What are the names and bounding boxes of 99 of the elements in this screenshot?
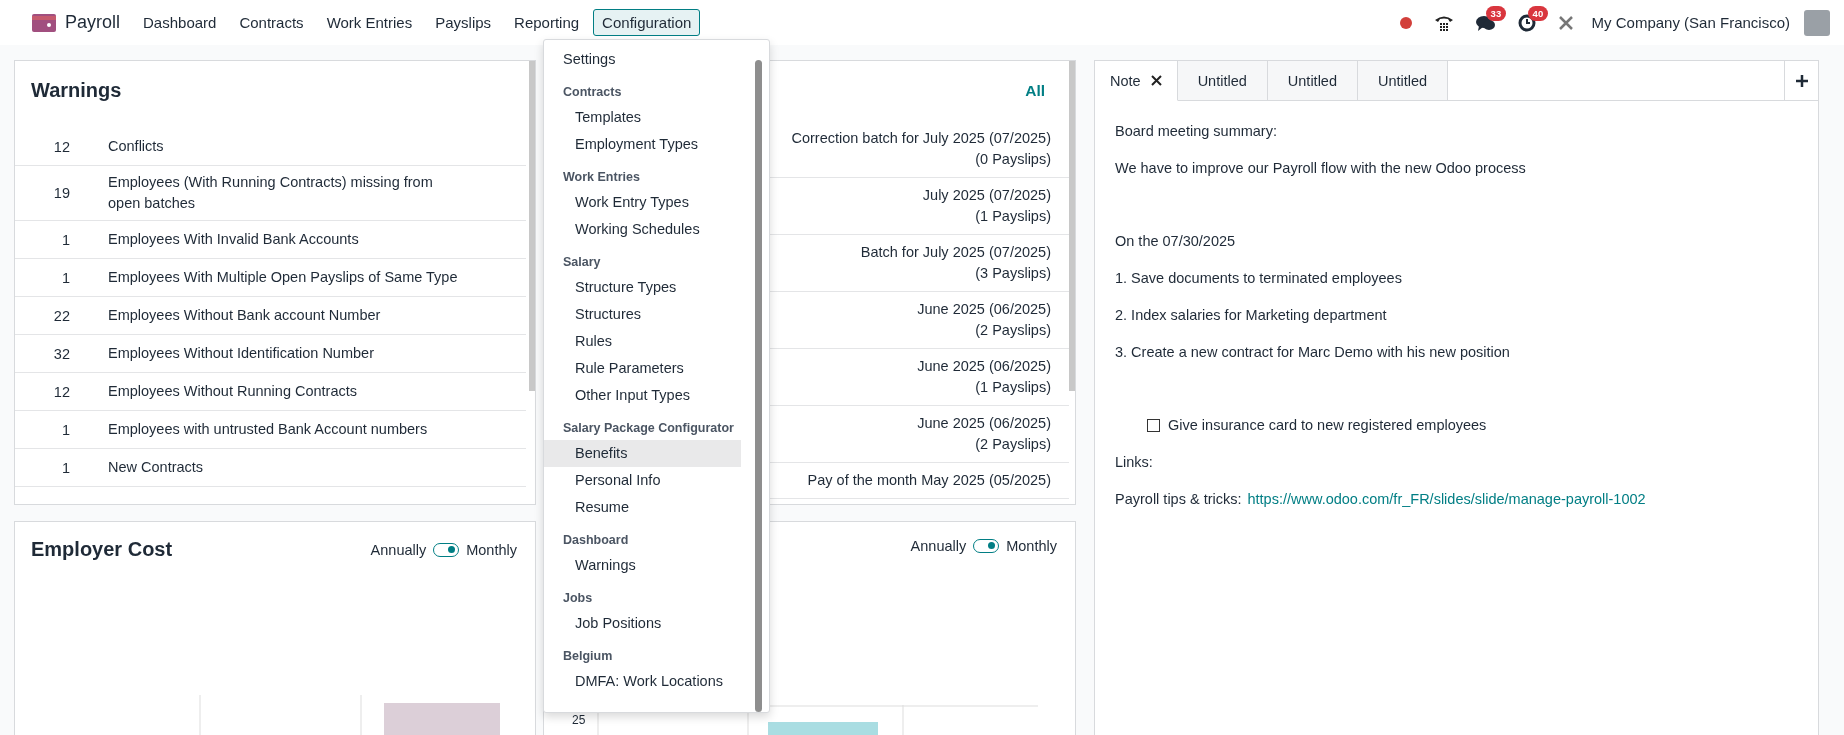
menu-item[interactable]: Employment Types bbox=[544, 131, 741, 158]
toggle-label: Monthly bbox=[466, 541, 517, 558]
plus-icon bbox=[1795, 74, 1808, 87]
note-text: Board meeting summary: bbox=[1115, 122, 1278, 141]
menu-item[interactable]: Rule Parameters bbox=[544, 355, 741, 382]
payslip-count: (0 Payslips) bbox=[975, 150, 1051, 169]
note-text: Links: bbox=[1115, 453, 1154, 472]
note-text: 3. Create a new contract for Marc Demo with his new position bbox=[1115, 343, 1511, 362]
nav-menu[interactable]: Work Entries bbox=[317, 9, 422, 36]
warning-count: 1 bbox=[60, 231, 70, 248]
warning-label[interactable]: Employees With Multiple Open Payslips of Same Type bbox=[108, 261, 518, 294]
menu-item[interactable]: Templates bbox=[544, 104, 741, 131]
warning-label[interactable]: Conflicts bbox=[108, 130, 224, 163]
warning-count: 19 bbox=[52, 185, 70, 201]
payslip-count: (1 Payslips) bbox=[975, 207, 1051, 226]
warning-label[interactable]: Employees (With Running Contracts) missing from open batches bbox=[108, 166, 526, 220]
payslip-count: (1 Payslips) bbox=[975, 378, 1051, 397]
tab-label: Untitled bbox=[1197, 72, 1247, 89]
batch-name[interactable]: June 2025 (06/2025) bbox=[917, 299, 1051, 320]
note-tab[interactable]: Untitled bbox=[1177, 61, 1268, 100]
warning-label[interactable]: Employees Without Bank account Number bbox=[108, 299, 441, 332]
tab-label: Note bbox=[1110, 72, 1141, 89]
warning-label[interactable]: Employees With Invalid Bank Accounts bbox=[108, 223, 419, 256]
task-text: Give insurance card to new registered employees bbox=[1168, 416, 1487, 435]
menu-item[interactable]: Settings bbox=[544, 46, 741, 73]
warning-label[interactable]: New Contracts bbox=[108, 451, 264, 484]
app-icon[interactable] bbox=[32, 13, 56, 32]
note-tab[interactable]: Untitled bbox=[1358, 61, 1449, 100]
avatar-photo-placeholder[interactable] bbox=[1804, 9, 1830, 36]
warning-label[interactable]: Employees with untrusted Bank Account numbers bbox=[108, 413, 488, 446]
menu-section-header: Dashboard bbox=[562, 532, 630, 549]
menu-item[interactable]: Resume bbox=[544, 494, 741, 521]
payslip-count: (2 Payslips) bbox=[975, 435, 1051, 454]
menu-section-header: Belgium bbox=[562, 648, 614, 665]
warning-count: 22 bbox=[52, 307, 70, 324]
toggle-label: Annually bbox=[910, 538, 967, 554]
warning-count: 12 bbox=[52, 383, 70, 400]
card-title: Employer Cost bbox=[31, 538, 173, 561]
note-tab[interactable]: Note bbox=[1095, 61, 1178, 101]
menu-section-header: Salary Package Configurator bbox=[562, 420, 735, 437]
task-checkbox[interactable] bbox=[1147, 419, 1160, 432]
warning-label[interactable]: Employees Without Running Contracts bbox=[108, 375, 418, 408]
menu-item[interactable]: Warnings bbox=[544, 552, 741, 579]
menu-item[interactable]: Other Input Types bbox=[544, 382, 741, 409]
menu-item[interactable]: Job Positions bbox=[544, 610, 741, 637]
batch-name[interactable]: Batch for July 2025 (07/2025) bbox=[860, 242, 1051, 263]
menu-item[interactable]: Rules bbox=[544, 328, 741, 355]
activity-count-badge: 40 bbox=[1527, 5, 1549, 21]
scrollbar[interactable] bbox=[529, 61, 535, 391]
note-tab[interactable]: Untitled bbox=[1267, 61, 1358, 100]
message-count-badge: 33 bbox=[1485, 5, 1507, 21]
note-text: 1. Save documents to terminated employees bbox=[1115, 269, 1403, 288]
warning-count: 1 bbox=[60, 421, 70, 438]
tab-label: Untitled bbox=[1378, 72, 1428, 89]
toggle-label: Monthly bbox=[1006, 538, 1057, 554]
batch-name[interactable]: Correction batch for July 2025 (07/2025) bbox=[791, 128, 1051, 149]
menu-item[interactable]: Personal Info bbox=[544, 467, 741, 494]
nav-menu[interactable]: Dashboard bbox=[134, 9, 226, 36]
close-icon[interactable] bbox=[1150, 75, 1162, 86]
warning-count: 32 bbox=[52, 345, 70, 362]
menu-item[interactable]: DMFA: Work Locations bbox=[544, 668, 741, 695]
menu-item[interactable]: Benefits bbox=[544, 440, 741, 467]
url-link[interactable]: https://www.odoo.com/fr_FR/slides/slide/manage-payroll-1002 bbox=[1247, 490, 1646, 508]
payslip-count: (3 Payslips) bbox=[975, 264, 1051, 283]
batch-name[interactable]: July 2025 (07/2025) bbox=[922, 185, 1051, 206]
menu-item[interactable]: Structure Types bbox=[544, 274, 741, 301]
warning-count: 1 bbox=[60, 459, 70, 476]
toggle-label: Annually bbox=[370, 541, 427, 558]
card-title: Warnings bbox=[30, 78, 123, 103]
nav-menu[interactable]: Configuration bbox=[593, 9, 701, 36]
warning-label[interactable]: Employees Without Identification Number bbox=[108, 337, 434, 370]
menu-item[interactable]: Structures bbox=[544, 301, 741, 328]
menu-section-header: Contracts bbox=[562, 84, 623, 101]
menu-item[interactable]: Working Schedules bbox=[544, 216, 741, 243]
menu-section-header: Work Entries bbox=[562, 169, 641, 186]
note-text: On the 07/30/2025 bbox=[1115, 232, 1237, 251]
note-text: Payroll tips & tricks: bbox=[1115, 490, 1242, 508]
status-dot-icon[interactable] bbox=[1399, 16, 1412, 29]
menu-section-header: Salary bbox=[562, 254, 602, 271]
nav-menu[interactable]: Contracts bbox=[230, 9, 313, 36]
scrollbar[interactable] bbox=[755, 60, 762, 712]
warning-count: 1 bbox=[60, 269, 70, 286]
axis-tick-label: 25 bbox=[572, 713, 586, 727]
app-name[interactable]: Payroll bbox=[65, 12, 121, 33]
batch-name[interactable]: Pay of the month May 2025 (05/2025) bbox=[807, 470, 1051, 491]
warning-count: 12 bbox=[52, 138, 70, 155]
nav-menu[interactable]: Payslips bbox=[426, 9, 501, 36]
company-switcher[interactable]: My Company (San Francisco) bbox=[1591, 14, 1790, 31]
tab-label: Untitled bbox=[1287, 72, 1337, 89]
batch-name[interactable]: June 2025 (06/2025) bbox=[917, 413, 1051, 434]
payslip-count: (2 Payslips) bbox=[975, 321, 1051, 340]
scrollbar[interactable] bbox=[1069, 61, 1075, 391]
batch-name[interactable]: June 2025 (06/2025) bbox=[917, 356, 1051, 377]
note-text: We have to improve our Payroll flow with the new Odoo process bbox=[1115, 159, 1527, 178]
nav-menu[interactable]: Reporting bbox=[505, 9, 589, 36]
note-text: 2. Index salaries for Marketing department bbox=[1115, 306, 1388, 325]
menu-section-header: Jobs bbox=[562, 590, 594, 607]
all-link[interactable]: All bbox=[1025, 82, 1045, 100]
menu-item[interactable]: Work Entry Types bbox=[544, 189, 741, 216]
